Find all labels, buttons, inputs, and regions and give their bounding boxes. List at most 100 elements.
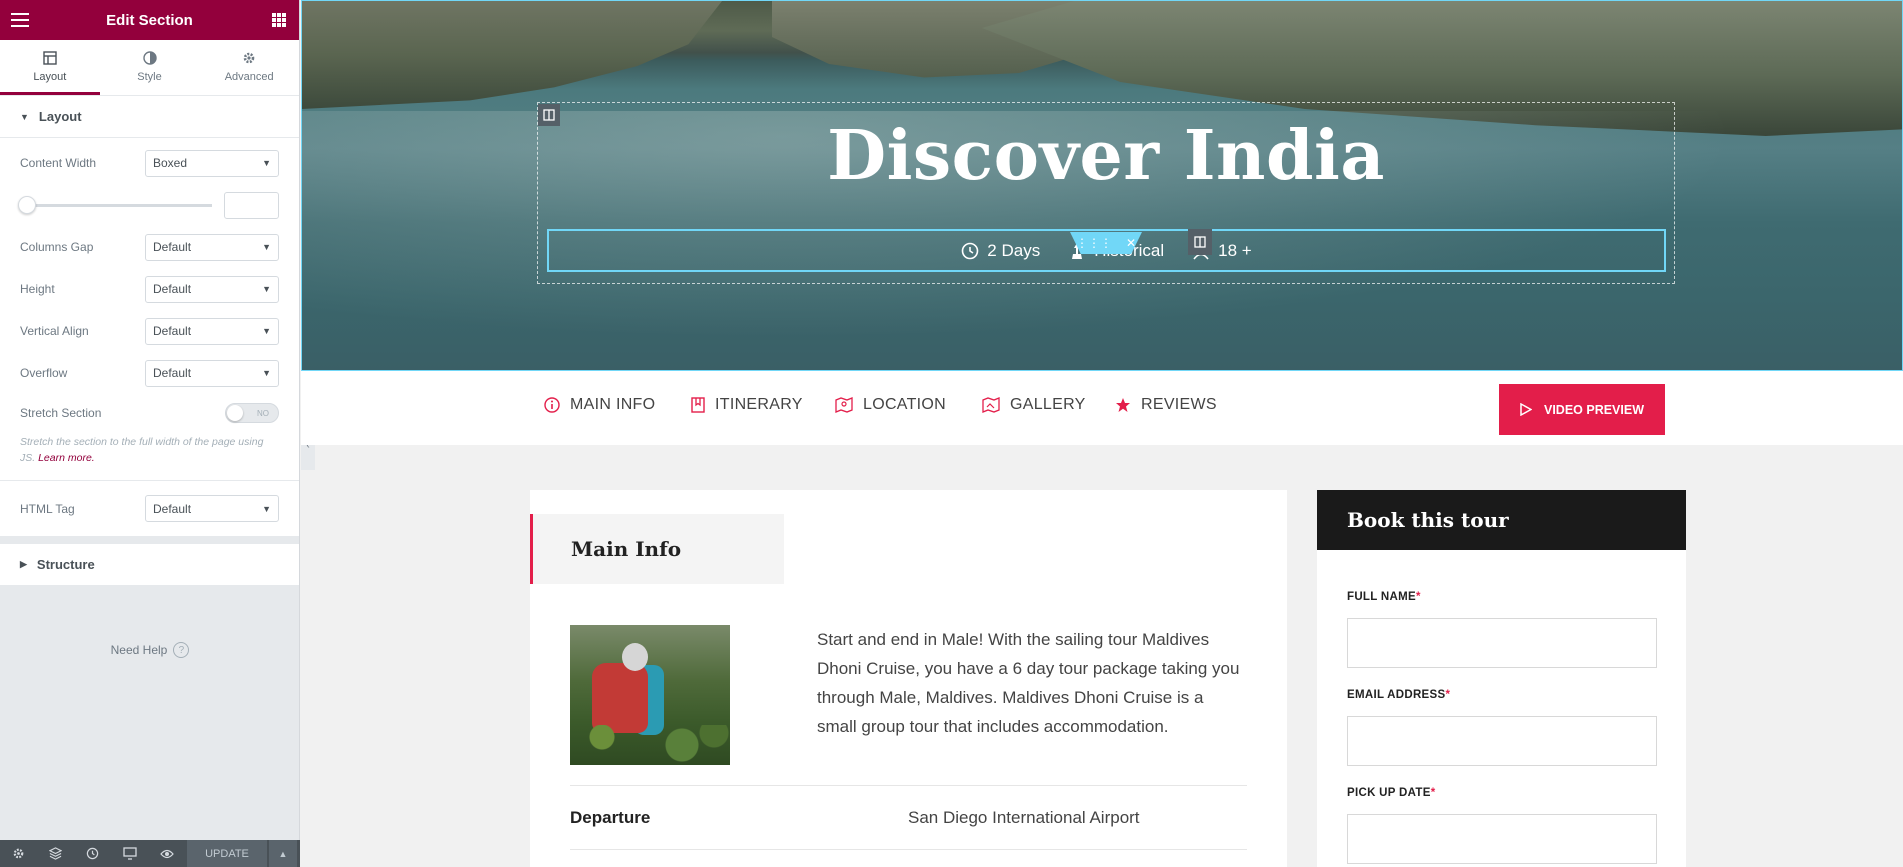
bookmark-icon (691, 397, 705, 413)
booking-title: Book this tour (1347, 508, 1509, 532)
required-mark: * (1430, 787, 1436, 799)
help-icon: ? (173, 642, 190, 658)
control-columns-gap: Columns Gap Default ▼ (0, 226, 299, 268)
panel-tabs: Layout Style Advanced (0, 40, 299, 96)
nav-label: GALLERY (1010, 396, 1086, 413)
section-title: Layout (38, 109, 82, 124)
chevron-down-icon: ▼ (262, 503, 271, 514)
drag-handle-icon[interactable]: ⋮⋮⋮ (1076, 236, 1112, 250)
vertical-align-select[interactable]: Default ▼ (145, 317, 279, 345)
stretch-toggle[interactable]: NO (225, 403, 279, 423)
update-button[interactable]: UPDATE (187, 840, 267, 867)
slider-thumb[interactable] (18, 195, 36, 214)
full-name-label: FULL NAME* (1347, 591, 1421, 603)
star-icon (1116, 398, 1130, 412)
nav-itinerary[interactable]: ITINERARY (691, 396, 803, 414)
chevron-down-icon: ▼ (262, 326, 271, 336)
control-label: Content Width (20, 156, 97, 170)
html-tag-select[interactable]: Default ▼ (145, 495, 279, 522)
tab-advanced[interactable]: Advanced (199, 40, 299, 95)
column-edit-icon[interactable] (538, 104, 560, 126)
chevron-down-icon: ▼ (262, 242, 271, 252)
panel-controls: ▼ Layout Content Width Boxed ▼ Columns G… (0, 96, 299, 586)
width-slider[interactable] (18, 195, 212, 214)
email-input[interactable] (1347, 716, 1657, 766)
nav-label: ITINERARY (715, 396, 803, 413)
panel-footer: UPDATE ▲ (0, 840, 300, 867)
label-text: FULL NAME (1347, 591, 1416, 603)
control-label: Vertical Align (20, 324, 89, 338)
widgets-grid-icon[interactable] (272, 13, 286, 27)
width-input[interactable] (224, 191, 279, 219)
video-preview-button[interactable]: VIDEO PREVIEW (1499, 384, 1665, 435)
pickup-date-input[interactable] (1347, 814, 1657, 864)
control-label: Overflow (20, 366, 68, 380)
settings-icon[interactable] (0, 840, 37, 867)
nav-reviews[interactable]: REVIEWS (1115, 396, 1217, 414)
background-image (302, 1, 722, 109)
control-label: Columns Gap (20, 240, 94, 254)
column-handle-icon[interactable] (1188, 229, 1212, 255)
control-vertical-align: Vertical Align Default ▼ (0, 310, 299, 352)
label-text: PICK UP DATE (1347, 787, 1431, 799)
photo-shape (592, 663, 648, 733)
departure-label: Departure (570, 807, 651, 827)
main-info-title: Main Info (571, 537, 682, 561)
divider (0, 536, 299, 544)
toggle-text: NO (257, 408, 269, 418)
section-toggle-layout[interactable]: ▼ Layout (0, 96, 299, 138)
nav-label: LOCATION (863, 396, 947, 413)
history-icon[interactable] (74, 840, 111, 867)
section-heading: Main Info (530, 514, 784, 584)
control-label: Height (20, 282, 55, 296)
info-icon (544, 397, 560, 413)
clock-icon (961, 242, 979, 259)
required-mark: * (1415, 591, 1421, 603)
caret-up-icon[interactable]: ▲ (269, 840, 297, 867)
toggle-knob (227, 405, 243, 421)
select-value: Default (153, 282, 192, 296)
content-width-select[interactable]: Boxed ▼ (145, 149, 279, 177)
control-stretch-section: Stretch Section NO (0, 394, 299, 432)
panel-title: Edit Section (106, 11, 193, 29)
tab-layout[interactable]: Layout (0, 40, 100, 95)
booking-header: Book this tour (1317, 490, 1686, 550)
chevron-down-icon: ▼ (262, 284, 271, 294)
nav-gallery[interactable]: GALLERY (982, 396, 1086, 414)
full-name-input[interactable] (1347, 618, 1657, 668)
booking-form: Book this tour FULL NAME* EMAIL ADDRESS*… (1317, 490, 1686, 867)
section-title: Structure (36, 557, 95, 572)
columns-gap-select[interactable]: Default ▼ (145, 233, 279, 261)
chevron-down-icon: ▼ (262, 368, 271, 378)
height-select[interactable]: Default ▼ (145, 275, 279, 303)
overflow-select[interactable]: Default ▼ (145, 359, 279, 387)
nav-location[interactable]: LOCATION (835, 396, 946, 414)
tab-style[interactable]: Style (100, 40, 200, 95)
preview-eye-icon[interactable] (148, 840, 185, 867)
meta-text: 2 Days (987, 240, 1041, 260)
panel-header: Edit Section (0, 0, 299, 40)
play-icon (1520, 403, 1532, 416)
responsive-icon[interactable] (111, 840, 148, 867)
gear-icon (242, 49, 256, 67)
navigator-icon[interactable] (37, 840, 74, 867)
gallery-icon (982, 397, 1000, 413)
meta-duration: 2 Days (961, 241, 1040, 261)
select-value: Boxed (153, 156, 188, 170)
caret-right-icon: ▶ (20, 559, 27, 569)
chevron-down-icon: ▼ (262, 158, 271, 168)
departure-row: Departure San Diego International Airpor… (570, 785, 1247, 850)
departure-value: San Diego International Airport (908, 807, 1140, 827)
main-info-card: Main Info Start and end in Male! With th… (530, 490, 1287, 867)
learn-more-link[interactable]: Learn more. (38, 452, 95, 464)
menu-icon[interactable] (11, 13, 29, 27)
section-toggle-structure[interactable]: ▶ Structure (0, 544, 299, 586)
section-handle[interactable]: ⋮⋮⋮ ✕ (1070, 232, 1142, 254)
pickup-date-label: PICK UP DATE* (1347, 787, 1435, 799)
hiker-photo (570, 625, 730, 765)
select-value: Default (153, 324, 192, 338)
hero-section[interactable]: Discover India 2 Days Historical 18 + ⋮⋮… (301, 0, 1903, 371)
nav-main-info[interactable]: MAIN INFO (544, 396, 655, 414)
caret-down-icon: ▼ (20, 111, 29, 122)
need-help-link[interactable]: Need Help ? (0, 642, 300, 658)
